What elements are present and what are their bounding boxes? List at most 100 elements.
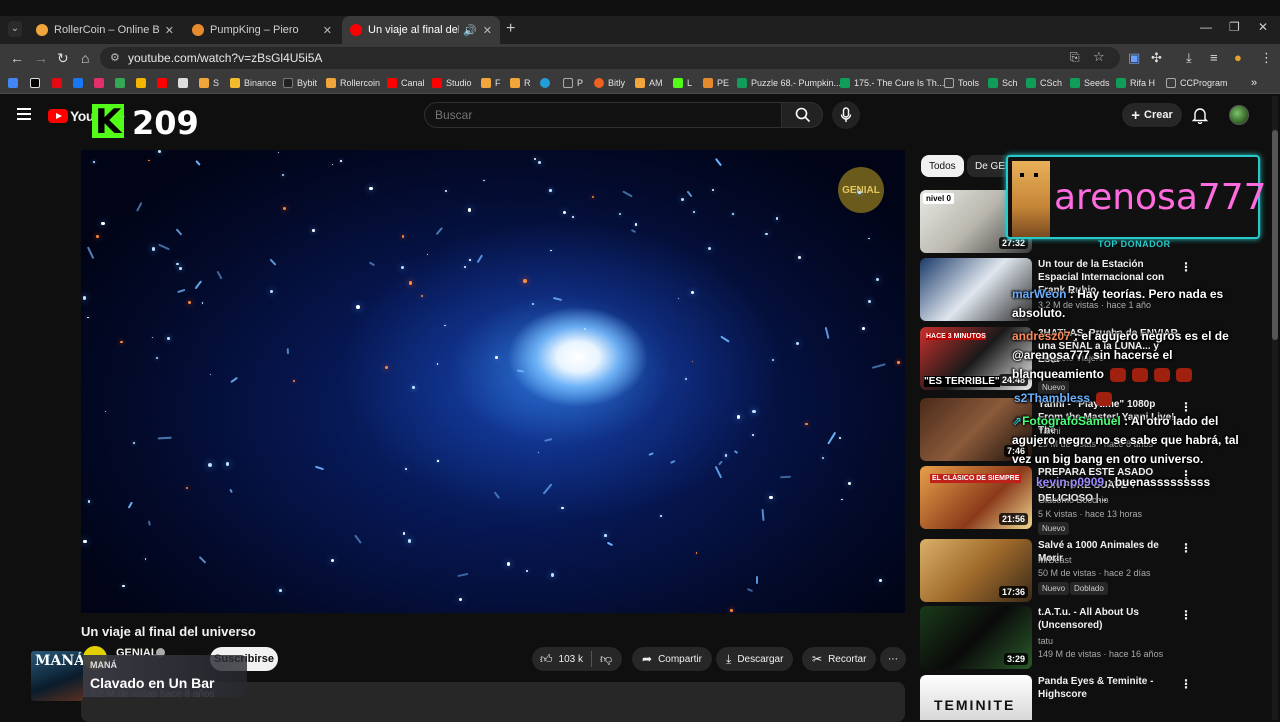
- tab-close-icon[interactable]: ✕: [323, 24, 332, 37]
- recommendation-title[interactable]: t.A.T.u. - All About Us (Uncensored): [1038, 606, 1178, 632]
- more-options-icon[interactable]: ⋮: [1180, 541, 1192, 555]
- bookmark-csch[interactable]: CSch: [1026, 75, 1062, 91]
- new-tab-icon[interactable]: +: [506, 20, 515, 38]
- like-count[interactable]: 103 k: [559, 654, 583, 665]
- bookmark-item[interactable]: [73, 75, 87, 91]
- bookmark-binance[interactable]: Binance: [230, 75, 277, 91]
- search-box[interactable]: [424, 102, 782, 128]
- forward-icon[interactable]: →: [34, 50, 48, 66]
- account-avatar[interactable]: [1229, 105, 1249, 125]
- home-icon[interactable]: ⌂: [81, 50, 89, 66]
- channel-watermark[interactable]: GENIAL: [838, 167, 884, 213]
- bookmark-pe[interactable]: PE: [703, 75, 729, 91]
- reload-icon[interactable]: ↻: [57, 50, 69, 67]
- bookmark-studio[interactable]: Studio: [432, 75, 472, 91]
- page-scrollbar-thumb[interactable]: [1272, 130, 1278, 340]
- tab-close-icon[interactable]: ✕: [165, 24, 174, 37]
- speaker-icon[interactable]: 🔊: [463, 24, 477, 37]
- bookmark-canal[interactable]: Canal: [387, 75, 425, 91]
- video-streak: [686, 190, 693, 198]
- minimize-icon[interactable]: —: [1200, 20, 1212, 34]
- video-star: [385, 366, 389, 370]
- bookmark-item[interactable]: [136, 75, 150, 91]
- back-icon[interactable]: ←: [10, 50, 24, 66]
- more-options-icon[interactable]: ⋮: [1180, 677, 1192, 691]
- extension-icon[interactable]: ▣: [1128, 50, 1140, 66]
- dislike-icon[interactable]: 👎︎: [600, 652, 612, 667]
- bookmark-r[interactable]: R: [510, 75, 531, 91]
- video-thumbnail[interactable]: EL CLÁSICO DE SIEMPRE 21:56: [920, 466, 1032, 529]
- chip-todos[interactable]: Todos: [921, 155, 964, 177]
- bookmark-l[interactable]: L: [673, 75, 692, 91]
- more-options-icon[interactable]: ⋮: [1180, 608, 1192, 622]
- address-bar[interactable]: ⚙ youtube.com/watch?v=zBsGl4U5i5A ⎘ ☆: [100, 47, 1120, 69]
- bookmark-p[interactable]: P: [563, 75, 583, 91]
- hamburger-menu-icon[interactable]: [17, 108, 31, 120]
- media-control-icon[interactable]: ≡: [1210, 50, 1218, 65]
- bookmark-tools[interactable]: Tools: [944, 75, 979, 91]
- video-player[interactable]: GENIAL: [81, 150, 905, 613]
- bookmark-bybit[interactable]: Bybit: [283, 75, 317, 91]
- download-icon[interactable]: ⤓: [1186, 50, 1192, 66]
- recommendation-item[interactable]: TEMINITE Panda Eyes & Teminite - Highsco…: [920, 675, 1260, 720]
- more-options-icon[interactable]: ⋮: [1180, 260, 1192, 274]
- bookmark-sch[interactable]: Sch: [988, 75, 1018, 91]
- bookmark-175-the-cure[interactable]: 175.- The Cure Is Th...: [840, 75, 944, 91]
- browser-tab-youtube-active[interactable]: Un viaje al final del universo 🔊 ✕: [342, 16, 500, 44]
- more-actions-button[interactable]: ⋯: [880, 647, 906, 671]
- video-star: [724, 454, 727, 457]
- bookmark-rifa-h[interactable]: Rifa H: [1116, 75, 1155, 91]
- install-app-icon[interactable]: ⎘: [1070, 50, 1080, 65]
- bookmark-item[interactable]: [178, 75, 192, 91]
- browser-tab-rollercoin[interactable]: RollerCoin – Online Bitcoin Mining ✕: [28, 16, 182, 44]
- bookmark-item[interactable]: [94, 75, 108, 91]
- profile-extension-icon[interactable]: ●: [1234, 50, 1242, 65]
- create-button[interactable]: + Crear: [1122, 103, 1182, 127]
- bookmark-puzzle-68[interactable]: Puzzle 68.- Pumpkin...: [737, 75, 841, 91]
- bookmark-am[interactable]: AM: [635, 75, 663, 91]
- clip-button[interactable]: ✂ Recortar: [802, 647, 877, 671]
- bookmark-star-icon[interactable]: ☆: [1093, 49, 1105, 65]
- bookmark-label: Seeds: [1084, 78, 1110, 88]
- chrome-menu-icon[interactable]: ⋮: [1260, 50, 1273, 66]
- bookmark-f[interactable]: F: [481, 75, 501, 91]
- recommendation-title[interactable]: Panda Eyes & Teminite - Highscore: [1038, 675, 1178, 701]
- bookmark-label: Sch: [1002, 78, 1018, 88]
- bookmark-item[interactable]: [8, 75, 22, 91]
- video-thumbnail[interactable]: 3:29: [920, 606, 1032, 669]
- bookmark-seeds[interactable]: Seeds: [1070, 75, 1110, 91]
- more-bookmarks-icon[interactable]: »: [1251, 75, 1257, 91]
- recommendation-item[interactable]: 17:36 Salvé a 1000 Animales de Morir MrB…: [920, 539, 1260, 603]
- bookmark-item[interactable]: [52, 75, 66, 91]
- recommendation-item[interactable]: 3:29 t.A.T.u. - All About Us (Uncensored…: [920, 606, 1260, 670]
- download-button[interactable]: ⤓ Descargar: [716, 647, 794, 671]
- video-star: [156, 357, 159, 360]
- site-info-icon[interactable]: ⚙: [110, 51, 120, 64]
- like-icon[interactable]: 👍︎: [540, 652, 553, 667]
- recommendation-channel[interactable]: MrBeast: [1038, 555, 1072, 565]
- search-input[interactable]: [435, 108, 765, 122]
- recommendation-channel[interactable]: Giacomo Bocchio: [1038, 495, 1109, 505]
- bookmark-item[interactable]: [157, 75, 171, 91]
- maximize-icon[interactable]: ❐: [1229, 20, 1240, 34]
- recommendation-channel[interactable]: tatu: [1038, 636, 1053, 646]
- notifications-button[interactable]: [1191, 106, 1209, 129]
- search-button[interactable]: [781, 102, 823, 128]
- bookmark-item[interactable]: [115, 75, 129, 91]
- bookmark-ccprogram[interactable]: CCProgram: [1166, 75, 1228, 91]
- extensions-puzzle-icon[interactable]: ✣: [1151, 50, 1162, 66]
- bookmark-item[interactable]: [540, 75, 554, 91]
- bookmark-item[interactable]: [30, 75, 44, 91]
- video-thumbnail[interactable]: TEMINITE: [920, 675, 1032, 720]
- voice-search-button[interactable]: [832, 101, 860, 129]
- share-button[interactable]: ➦ Compartir: [632, 647, 712, 671]
- tab-close-icon[interactable]: ✕: [483, 24, 492, 37]
- browser-tab-pumpking[interactable]: PumpKing – Piero ✕: [184, 16, 340, 44]
- video-star: [805, 422, 808, 426]
- bookmark-rollercoin[interactable]: Rollercoin: [326, 75, 380, 91]
- bookmark-bitly[interactable]: Bitly: [594, 75, 625, 91]
- tab-search-chevron-icon[interactable]: ⌄: [8, 21, 22, 37]
- close-window-icon[interactable]: ✕: [1258, 20, 1268, 34]
- bookmark-s[interactable]: S: [199, 75, 219, 91]
- video-thumbnail[interactable]: 17:36: [920, 539, 1032, 602]
